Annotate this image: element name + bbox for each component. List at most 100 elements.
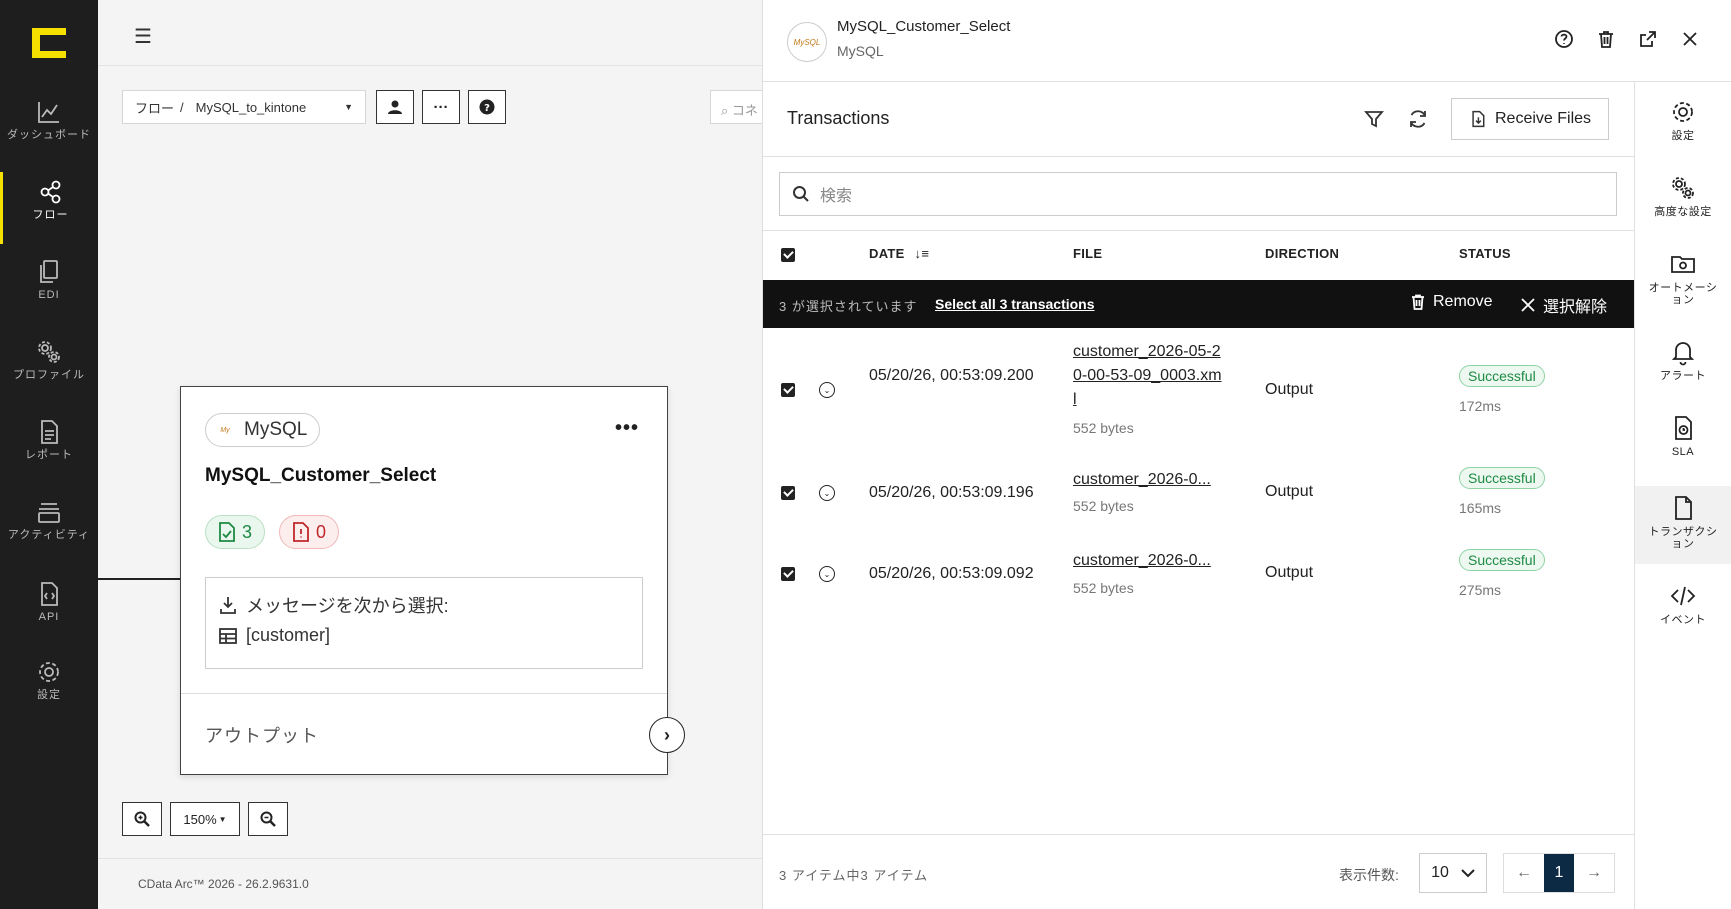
ellipsis-icon: ··· bbox=[433, 98, 449, 116]
chevron-down-icon bbox=[1461, 869, 1475, 878]
code-icon bbox=[1670, 586, 1696, 606]
column-header-direction[interactable]: DIRECTION bbox=[1265, 246, 1339, 261]
gears-icon bbox=[38, 341, 60, 363]
nav-label: プロファイル bbox=[13, 369, 85, 381]
rail-item-events[interactable]: イベント bbox=[1635, 574, 1731, 648]
flow-selector[interactable]: フロー / MySQL_to_kintone ▼ bbox=[122, 90, 366, 124]
close-icon[interactable] bbox=[1679, 28, 1701, 50]
table-row: [customer] bbox=[218, 625, 330, 646]
sort-descending-icon[interactable]: ↓≡ bbox=[915, 246, 930, 261]
zoom-level-select[interactable]: 150% ▼ bbox=[170, 802, 240, 836]
nav-item-settings[interactable]: 設定 bbox=[0, 652, 98, 724]
connector-search-input[interactable]: ⌕ コネ bbox=[710, 90, 770, 124]
receive-files-button[interactable]: Receive Files bbox=[1451, 98, 1609, 140]
nav-label: アクティビティ bbox=[7, 529, 91, 541]
connection-line bbox=[98, 578, 180, 580]
error-count-pill[interactable]: 0 bbox=[279, 515, 340, 549]
row-file-link[interactable]: customer_2026-0... bbox=[1073, 468, 1211, 492]
file-error-icon bbox=[293, 522, 309, 542]
rail-item-alerts[interactable]: アラート bbox=[1635, 330, 1731, 404]
nav-item-flow[interactable]: フロー bbox=[0, 172, 98, 244]
caret-down-icon: ▼ bbox=[218, 814, 227, 824]
nav-item-report[interactable]: レポート bbox=[0, 412, 98, 484]
status-badge: Successful bbox=[1459, 365, 1545, 387]
connector-node[interactable]: My MySQL ••• MySQL_Customer_Select 3 0 メ… bbox=[180, 386, 685, 775]
clear-selection-button[interactable]: 選択解除 bbox=[1519, 293, 1607, 317]
divider bbox=[763, 230, 1635, 231]
per-page-value: 10 bbox=[1431, 864, 1449, 881]
row-checkbox[interactable] bbox=[781, 486, 795, 500]
select-all-checkbox[interactable] bbox=[781, 248, 795, 262]
user-button[interactable] bbox=[376, 90, 414, 124]
row-checkbox[interactable] bbox=[781, 383, 795, 397]
output-port-chevron-icon[interactable]: › bbox=[649, 717, 685, 753]
search-placeholder: コネ bbox=[731, 103, 758, 118]
table-icon bbox=[219, 627, 237, 644]
zoom-in-button[interactable] bbox=[122, 802, 162, 836]
success-count-pill[interactable]: 3 bbox=[205, 515, 266, 549]
nav-item-edi[interactable]: EDI bbox=[0, 252, 98, 324]
trash-icon[interactable] bbox=[1595, 28, 1617, 50]
breadcrumb-root[interactable]: フロー bbox=[135, 98, 174, 117]
filter-icon[interactable] bbox=[1363, 108, 1385, 130]
transaction-search-input[interactable]: 検索 bbox=[779, 172, 1617, 216]
nav-item-dashboard[interactable]: ダッシュボード bbox=[0, 92, 98, 164]
nav-label: フロー bbox=[32, 209, 69, 221]
expand-chevron-icon[interactable]: ⌄ bbox=[819, 485, 835, 501]
nav-label: ダッシュボード bbox=[7, 129, 91, 141]
per-page-select[interactable]: 10 bbox=[1419, 853, 1487, 893]
nav-item-api[interactable]: API bbox=[0, 574, 98, 646]
expand-chevron-icon[interactable]: ⌄ bbox=[819, 566, 835, 582]
prev-page-arrow-icon[interactable]: ← bbox=[1504, 854, 1544, 892]
row-checkbox[interactable] bbox=[781, 567, 795, 581]
nav-item-activity[interactable]: アクティビティ bbox=[0, 492, 98, 564]
help-icon[interactable] bbox=[1553, 28, 1575, 50]
item-count: 3 アイテム中3 アイテム bbox=[779, 868, 929, 883]
top-bar: ☰ bbox=[98, 0, 762, 66]
gear-icon bbox=[1673, 102, 1693, 122]
node-more-menu-icon[interactable]: ••• bbox=[615, 417, 639, 440]
column-header-date[interactable]: DATE ↓≡ bbox=[869, 246, 929, 261]
cdata-logo[interactable] bbox=[32, 28, 66, 58]
bell-icon bbox=[1671, 342, 1695, 366]
message-source-label: メッセージを次から選択: bbox=[246, 596, 449, 616]
report-icon bbox=[41, 420, 58, 444]
row-file-link[interactable]: customer_2026-0... bbox=[1073, 549, 1211, 573]
chip-label: MySQL bbox=[244, 419, 308, 440]
expand-chevron-icon[interactable]: ⌄ bbox=[819, 382, 835, 398]
column-label: DATE bbox=[869, 246, 905, 261]
column-header-status[interactable]: STATUS bbox=[1459, 246, 1511, 261]
column-header-file[interactable]: FILE bbox=[1073, 246, 1102, 261]
nav-label: EDI bbox=[38, 289, 60, 301]
zoom-out-button[interactable] bbox=[248, 802, 288, 836]
rail-label: 設定 bbox=[1671, 130, 1695, 142]
remove-button[interactable]: Remove bbox=[1409, 293, 1493, 311]
per-page-label: 表示件数: bbox=[1339, 867, 1399, 883]
rail-item-automation[interactable]: オートメーション bbox=[1635, 242, 1731, 316]
file-download-icon bbox=[1472, 110, 1485, 128]
pagination: ← 1 → bbox=[1503, 853, 1615, 893]
hamburger-menu-icon[interactable]: ☰ bbox=[134, 24, 152, 49]
next-page-arrow-icon[interactable]: → bbox=[1574, 854, 1614, 892]
flow-name: MySQL_to_kintone bbox=[195, 99, 307, 115]
flow-canvas[interactable]: ☰ フロー / MySQL_to_kintone ▼ ··· ? ⌕ コネ My… bbox=[98, 0, 770, 909]
refresh-icon[interactable] bbox=[1407, 108, 1429, 130]
chart-line-icon bbox=[38, 102, 59, 123]
rail-item-settings[interactable]: 設定 bbox=[1635, 90, 1731, 164]
share-nodes-icon bbox=[40, 180, 60, 204]
help-button[interactable]: ? bbox=[468, 90, 506, 124]
rail-item-advanced-settings[interactable]: 高度な設定 bbox=[1635, 166, 1731, 240]
more-options-button[interactable]: ··· bbox=[422, 90, 460, 124]
page-number-current[interactable]: 1 bbox=[1544, 854, 1574, 892]
rail-item-sla[interactable]: SLA bbox=[1635, 406, 1731, 480]
success-count: 3 bbox=[242, 521, 253, 542]
breadcrumb-separator: / bbox=[180, 99, 184, 115]
row-file-link[interactable]: customer_2026-05-20-00-53-09_0003.xml bbox=[1073, 340, 1223, 412]
rail-label: イベント bbox=[1660, 614, 1706, 626]
document-icon bbox=[1675, 496, 1692, 520]
select-all-link[interactable]: Select all 3 transactions bbox=[935, 296, 1095, 312]
external-link-icon[interactable] bbox=[1637, 28, 1659, 50]
nav-item-profile[interactable]: プロファイル bbox=[0, 332, 98, 404]
folder-gear-icon bbox=[1671, 256, 1695, 273]
rail-item-transactions[interactable]: トランザクション bbox=[1635, 486, 1731, 564]
